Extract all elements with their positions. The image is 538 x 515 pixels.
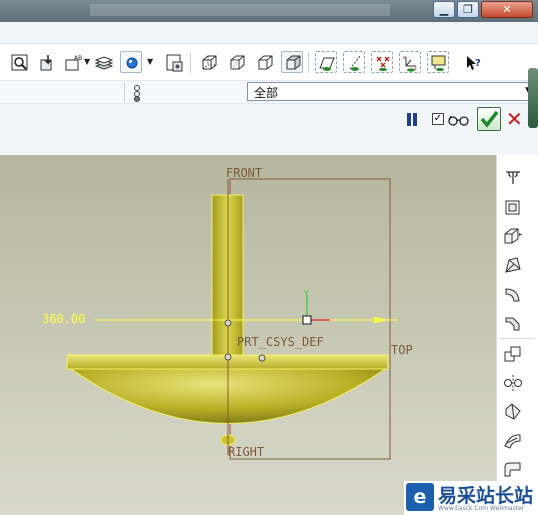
- toolbar-separator: [308, 53, 309, 73]
- right-feature-toolbar: ▸: [496, 155, 538, 485]
- copy-icon[interactable]: [502, 343, 524, 365]
- datum-points-icon[interactable]: [371, 51, 393, 73]
- hidden-line-icon[interactable]: [225, 51, 247, 73]
- svg-text:AB: AB: [74, 55, 82, 62]
- dimension-arrow: [374, 317, 390, 323]
- chevron-down-icon[interactable]: ▼: [84, 57, 90, 66]
- csys-y-label: Y: [303, 289, 309, 298]
- right-datum-label: RIGHT: [228, 445, 265, 459]
- window-titlebar: ▁ ❐ ✕: [0, 0, 538, 22]
- csys-label: PRT_CSYS_DEF: [237, 335, 324, 349]
- toolbar-separator: [190, 53, 191, 73]
- selection-filter-value: 全部: [254, 86, 279, 100]
- trim-icon[interactable]: [502, 430, 524, 452]
- preview-checkbox[interactable]: ✓: [432, 113, 444, 125]
- watermark: e 易采站长站 Www.Easck.Com Webmaster: [404, 481, 538, 515]
- csys-icon[interactable]: xz: [399, 51, 421, 73]
- datum-display-icon[interactable]: [120, 51, 142, 73]
- minimize-button[interactable]: ▁: [433, 1, 455, 18]
- svg-text:z: z: [414, 66, 417, 72]
- zoom-window-icon[interactable]: [8, 51, 30, 73]
- toolbar-separator: [124, 83, 125, 103]
- graphics-viewport[interactable]: Y FRONT TOP RIGHT PRT_CSYS_DEF 360.00: [0, 155, 496, 515]
- svg-text:▸: ▸: [519, 231, 522, 238]
- watermark-logo: e: [406, 483, 434, 511]
- wireframe-icon[interactable]: [197, 51, 219, 73]
- extend-icon[interactable]: [502, 458, 524, 480]
- glasses-icon[interactable]: [448, 112, 470, 131]
- mirror-icon[interactable]: [502, 372, 524, 394]
- vertex-marker: [224, 353, 232, 361]
- vertex-marker: [224, 319, 232, 327]
- menu-strip: [0, 22, 538, 44]
- shell-icon[interactable]: [502, 196, 524, 218]
- top-datum-label: TOP: [391, 343, 413, 357]
- datum-planes-icon[interactable]: [315, 51, 337, 73]
- close-button[interactable]: ✕: [481, 1, 533, 18]
- no-hidden-icon[interactable]: [253, 51, 275, 73]
- front-datum-label: FRONT: [226, 166, 263, 180]
- cancel-button[interactable]: ✕: [506, 108, 526, 130]
- pause-icon[interactable]: [406, 113, 419, 126]
- datum-axes-icon[interactable]: [343, 51, 365, 73]
- annotation-icon[interactable]: [427, 51, 449, 73]
- repaint-icon[interactable]: [36, 51, 58, 73]
- restore-button[interactable]: ❐: [457, 1, 479, 18]
- chevron-down-icon[interactable]: ▼: [147, 57, 153, 66]
- merge-icon[interactable]: [502, 401, 524, 423]
- svg-text:x: x: [403, 55, 406, 61]
- dimension-label[interactable]: 360.00: [42, 312, 85, 326]
- draft-icon[interactable]: [502, 254, 524, 276]
- selection-filter-select[interactable]: 全部 ▼: [247, 82, 537, 101]
- watermark-title: 易采站长站: [438, 485, 534, 507]
- csys-origin[interactable]: [302, 315, 312, 325]
- view-manager-icon[interactable]: [163, 51, 185, 73]
- rib-icon[interactable]: ▸: [502, 225, 524, 247]
- main-toolbar: AB ▼ ▼ xz ?: [0, 44, 538, 80]
- confirm-button[interactable]: [477, 107, 501, 131]
- toolbar-separator: [500, 338, 534, 339]
- svg-text:?: ?: [475, 58, 481, 69]
- help-icon[interactable]: ?: [462, 51, 484, 73]
- titlebar-blur: [90, 4, 390, 16]
- vertex-marker: [258, 354, 266, 362]
- watermark-subtitle: Www.Easck.Com Webmaster: [438, 505, 525, 512]
- scroll-indicator[interactable]: [528, 68, 538, 128]
- round-icon[interactable]: [502, 283, 524, 305]
- hole-icon[interactable]: [502, 167, 524, 189]
- chamfer-icon[interactable]: [502, 312, 524, 334]
- named-view-icon[interactable]: AB: [62, 51, 84, 73]
- layers-icon[interactable]: [92, 51, 114, 73]
- shading-icon[interactable]: [281, 51, 303, 73]
